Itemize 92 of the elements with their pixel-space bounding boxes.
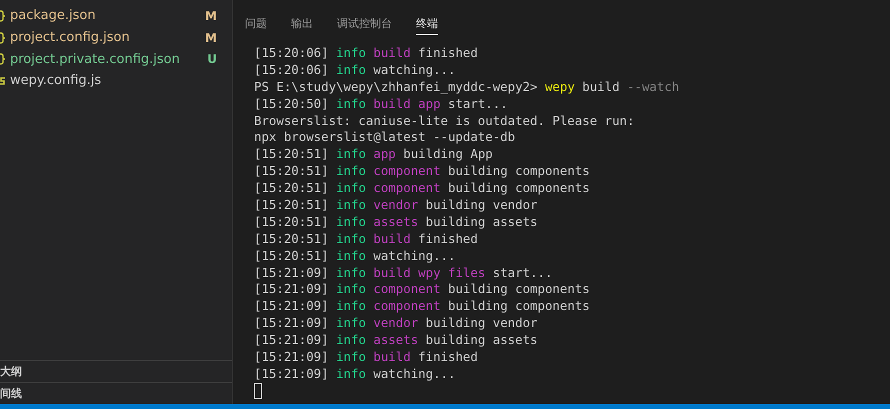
log-tag: component	[373, 298, 441, 314]
git-status: U	[207, 52, 217, 66]
js-file-icon	[0, 74, 5, 87]
terminal-text: building assets	[426, 332, 538, 348]
git-status: M	[205, 8, 217, 23]
terminal-text: build	[582, 78, 620, 94]
log-level: info	[336, 349, 366, 364]
terminal-text: start...	[492, 264, 552, 280]
terminal-text: [15:20:51]	[254, 248, 329, 263]
terminal-text: [15:20:51]	[254, 163, 329, 178]
section-header[interactable]: 大纲	[0, 360, 232, 382]
log-level: info	[336, 62, 366, 77]
terminal-text: building components	[448, 281, 590, 296]
terminal-text: watching...	[373, 248, 456, 263]
log-level: info	[336, 366, 366, 381]
option-text: --watch	[627, 78, 680, 94]
terminal-text: building components	[448, 180, 590, 196]
log-level: info	[336, 332, 366, 348]
terminal-text: building App	[403, 146, 493, 162]
log-level: info	[336, 163, 366, 178]
panel-tab[interactable]: 输出	[291, 12, 313, 35]
terminal-text: [15:20:51]	[254, 197, 329, 212]
terminal-text: watching...	[373, 366, 456, 381]
log-tag: vendor	[373, 197, 418, 212]
terminal-text: finished	[418, 45, 478, 60]
terminal-text: [15:20:51]	[254, 230, 329, 246]
log-tag: vendor	[373, 315, 418, 330]
terminal-text: building vendor	[426, 197, 538, 212]
terminal-text: [15:20:06]	[254, 62, 329, 77]
log-tag: build wpy files	[373, 264, 486, 280]
terminal-text: [15:21:09]	[254, 349, 329, 364]
terminal-text: finished	[418, 349, 478, 364]
panel-tab[interactable]: 问题	[245, 12, 267, 35]
log-tag: component	[373, 180, 441, 196]
log-level: info	[336, 264, 366, 280]
terminal-text: building vendor	[426, 315, 538, 330]
terminal-text: watching...	[373, 62, 456, 77]
git-status: M	[205, 30, 217, 45]
file-item[interactable]: project.private.config.json U	[0, 48, 232, 70]
terminal-text: PS E:\study\wepy\zhhanfei_myddc-wepy2>	[254, 78, 538, 94]
panel-tab[interactable]: 终端	[416, 12, 438, 35]
command-name: wepy	[544, 78, 575, 94]
terminal-text: [15:20:51]	[254, 214, 329, 229]
terminal-text: [15:20:51]	[254, 146, 329, 162]
braces-icon	[0, 10, 5, 22]
file-name: package.json	[10, 8, 97, 24]
log-level: info	[336, 315, 366, 330]
terminal-text: [15:21:09]	[254, 264, 329, 280]
log-level: info	[336, 180, 366, 196]
log-level: info	[336, 214, 366, 229]
log-level: info	[336, 248, 366, 263]
braces-icon	[0, 32, 5, 44]
log-tag: assets	[373, 214, 418, 229]
file-item[interactable]: wepy.config.js	[0, 70, 232, 92]
log-tag: build app	[373, 96, 441, 111]
terminal-text: npx browserslist@latest --update-db	[254, 129, 516, 144]
panel-tab[interactable]: 调试控制台	[337, 12, 392, 35]
file-name: wepy.config.js	[10, 73, 102, 88]
terminal-text: [15:21:09]	[254, 281, 329, 296]
terminal-text: [15:20:50]	[254, 96, 329, 111]
terminal-text: [15:21:09]	[254, 298, 329, 314]
terminal-cursor	[254, 383, 262, 400]
log-tag: build	[373, 45, 411, 60]
terminal-text: building components	[448, 298, 590, 314]
file-item[interactable]: project.config.json M	[0, 26, 232, 48]
log-tag: app	[373, 146, 396, 162]
terminal-text: finished	[418, 230, 478, 246]
log-tag: component	[373, 281, 441, 296]
terminal-text: [15:21:09]	[254, 366, 329, 381]
terminal-text: [15:20:06]	[254, 45, 329, 60]
terminal-text: building components	[448, 163, 590, 178]
log-tag: build	[373, 349, 411, 364]
log-level: info	[336, 146, 366, 162]
log-level: info	[336, 197, 366, 212]
log-tag: component	[373, 163, 441, 178]
log-tag: build	[373, 230, 411, 246]
file-name: project.config.json	[10, 30, 131, 46]
terminal-text: building assets	[426, 214, 538, 229]
log-level: info	[336, 230, 366, 246]
log-level: info	[336, 298, 366, 314]
braces-icon	[0, 53, 5, 66]
log-level: info	[336, 45, 366, 60]
log-tag: assets	[373, 332, 418, 348]
file-item[interactable]: package.json M	[0, 5, 232, 27]
terminal-text: [15:20:51]	[254, 180, 329, 196]
terminal-text: Browserslist: caniuse-lite is outdated. Please run:	[254, 112, 634, 128]
file-name: project.private.config.json	[10, 52, 181, 67]
log-level: info	[336, 96, 366, 111]
log-level: info	[336, 281, 366, 296]
terminal-text: start...	[448, 96, 508, 111]
terminal-text: [15:21:09]	[254, 332, 329, 348]
terminal-text: [15:21:09]	[254, 315, 329, 330]
